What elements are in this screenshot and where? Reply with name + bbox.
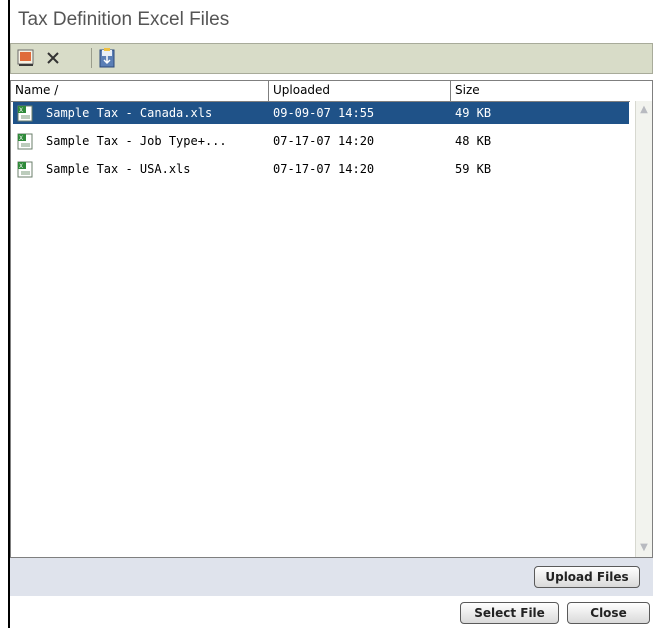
table-row[interactable]: X Sample Tax - Job Type+... 07-17-07 14:… — [13, 130, 629, 152]
upload-bar: Upload Files — [10, 558, 653, 596]
excel-file-icon: X — [17, 105, 34, 122]
size-cell: 59 KB — [455, 162, 492, 176]
select-file-button[interactable]: Select File — [460, 602, 559, 624]
column-header-uploaded[interactable]: Uploaded — [269, 81, 451, 101]
scroll-down-icon[interactable]: ▼ — [638, 542, 650, 554]
open-excel-icon[interactable] — [15, 47, 37, 69]
svg-text:X: X — [19, 163, 23, 170]
file-list: Name / Uploaded Size X Sample Tax - Cana… — [10, 80, 653, 558]
download-icon[interactable] — [96, 47, 118, 69]
file-name: Sample Tax - Job Type+... — [46, 134, 227, 148]
size-cell: 49 KB — [455, 106, 492, 120]
size-cell: 48 KB — [455, 134, 492, 148]
name-cell: X Sample Tax - Job Type+... — [13, 133, 269, 150]
uploaded-cell: 09-09-07 14:55 — [273, 106, 375, 120]
scroll-up-icon[interactable]: ▲ — [638, 104, 650, 116]
vertical-scrollbar[interactable]: ▲ ▼ — [635, 101, 652, 557]
table-row[interactable]: X Sample Tax - USA.xls 07-17-07 14:20 59… — [13, 158, 629, 180]
window-title: Tax Definition Excel Files — [18, 9, 230, 30]
column-header-name[interactable]: Name / — [11, 81, 269, 101]
toolbar — [10, 43, 653, 74]
excel-file-icon: X — [17, 161, 34, 178]
table-row[interactable]: X Sample Tax - Canada.xls 09-09-07 14:55… — [13, 102, 629, 124]
file-name: Sample Tax - USA.xls — [46, 162, 191, 176]
uploaded-cell: 07-17-07 14:20 — [273, 162, 375, 176]
close-button[interactable]: Close — [567, 602, 650, 624]
name-cell: X Sample Tax - USA.xls — [13, 161, 269, 178]
table-header: Name / Uploaded Size — [11, 81, 630, 102]
excel-file-icon: X — [17, 133, 34, 150]
svg-text:X: X — [19, 107, 23, 114]
upload-files-button[interactable]: Upload Files — [534, 566, 640, 588]
name-cell: X Sample Tax - Canada.xls — [13, 105, 269, 122]
column-header-size[interactable]: Size — [451, 81, 630, 101]
uploaded-cell: 07-17-07 14:20 — [273, 134, 375, 148]
delete-icon[interactable] — [42, 47, 64, 69]
file-name: Sample Tax - Canada.xls — [46, 106, 213, 120]
svg-text:X: X — [19, 135, 23, 142]
toolbar-separator — [91, 48, 92, 68]
